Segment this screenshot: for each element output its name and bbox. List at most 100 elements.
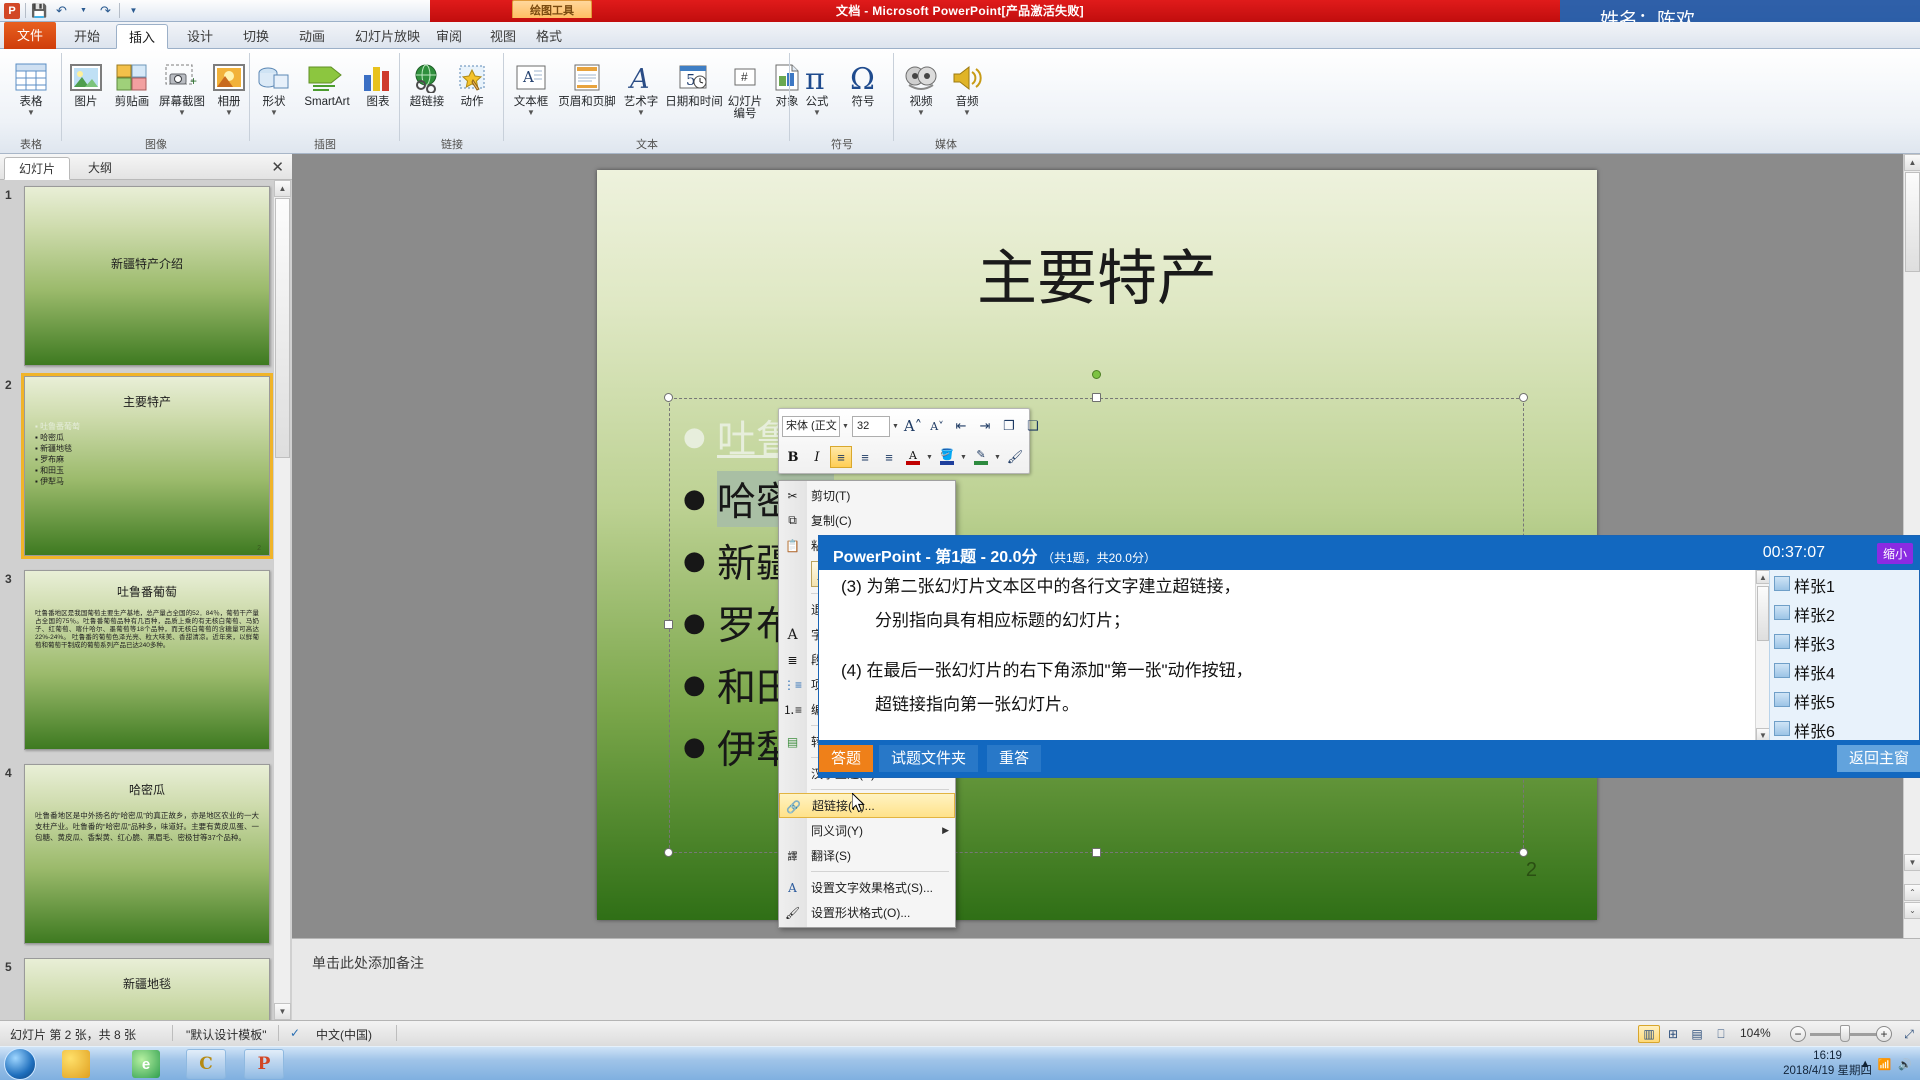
ribbon-button-date-time[interactable]: 5 日期和时间 [664, 53, 724, 109]
list-item[interactable]: 样张4 [1770, 657, 1919, 686]
chevron-down-icon[interactable]: ▼ [156, 109, 208, 117]
shrink-font-icon[interactable]: A˅ [926, 415, 948, 437]
menu-item-translate[interactable]: 譯 翻译(S) [779, 843, 955, 868]
ribbon-button-video[interactable]: 视频 ▼ [898, 53, 944, 117]
chevron-down-icon[interactable]: ▼ [618, 109, 664, 117]
thumbnail-item-4[interactable]: 4 哈密瓜 吐鲁番地区是中外扬名的“哈密瓜”的真正故乡，亦是地区农业的一大支柱产… [0, 764, 292, 952]
tab-home[interactable]: 开始 [62, 24, 112, 49]
chevron-down-icon[interactable]: ▼ [2, 109, 60, 117]
exam-sample-list[interactable]: 样张1 样张2 样张3 样张4 样张5 样张6 [1769, 570, 1919, 742]
thumbnail-item-2[interactable]: 2 主要特产 ▪ 吐鲁番葡萄 ▪ 哈密瓜 ▪ 新疆地毯 ▪ 罗布麻 ▪ 和田玉 … [0, 373, 292, 564]
zoom-level[interactable]: 104% [1740, 1026, 1771, 1040]
slide-title[interactable]: 主要特产 [657, 230, 1537, 317]
notes-placeholder[interactable]: 单击此处添加备注 [312, 953, 424, 973]
list-item[interactable]: 样张3 [1770, 628, 1919, 657]
return-main-window-button[interactable]: 返回主窗 [1836, 745, 1920, 772]
ribbon-button-picture[interactable]: 图片 [64, 53, 108, 109]
chevron-down-icon[interactable]: ▼ [208, 109, 250, 117]
send-backward-icon[interactable]: ❏ [1022, 415, 1044, 437]
menu-item-format-shape[interactable]: 🖌 设置形状格式(O)... [779, 900, 955, 925]
ribbon-button-chart[interactable]: 图表 [358, 53, 398, 109]
chevron-down-icon[interactable]: ▼ [944, 109, 990, 117]
font-color-icon[interactable]: A [902, 446, 924, 468]
scroll-up-icon[interactable]: ▲ [1756, 570, 1770, 584]
zoom-slider-handle[interactable] [1840, 1025, 1850, 1042]
list-item[interactable]: 样张1 [1770, 570, 1919, 599]
ribbon-button-action[interactable]: 动作 [452, 53, 492, 109]
tab-format[interactable]: 格式 [524, 24, 574, 49]
slide-preview[interactable]: 吐鲁番葡萄 吐鲁番地区是我国葡萄主要生产基地，总产量占全国的52．84％，葡萄干… [24, 570, 270, 750]
fill-color-icon[interactable]: 🪣 [936, 446, 958, 468]
grow-font-icon[interactable]: A˄ [902, 415, 924, 437]
scrollbar-thumb[interactable] [275, 198, 290, 458]
ribbon-button-equation[interactable]: π 公式 ▼ [794, 53, 840, 117]
slide-preview[interactable]: 哈密瓜 吐鲁番地区是中外扬名的“哈密瓜”的真正故乡，亦是地区农业的一大支柱产业。… [24, 764, 270, 944]
exam-minimize-button[interactable]: 缩小 [1876, 543, 1913, 564]
taskbar-clock[interactable]: 16:19 2018/4/19 星期四 [1783, 1049, 1872, 1079]
answer-button[interactable]: 答题 [819, 745, 874, 772]
exam-overlay-panel[interactable]: PowerPoint - 第1题 - 20.0分 （共1题，共20.0分） 00… [818, 535, 1920, 778]
chevron-down-icon[interactable]: ▼ [252, 109, 296, 117]
thumbnail-scroll-region[interactable]: 1 新疆特产介绍 2 主要特产 ▪ 吐鲁番葡萄 ▪ 哈密瓜 ▪ 新疆地毯 ▪ 罗… [0, 180, 292, 1020]
notes-pane[interactable]: 单击此处添加备注 [292, 938, 1920, 1020]
list-item[interactable]: 样张5 [1770, 686, 1919, 715]
thumbnail-item-5[interactable]: 5 新疆地毯 [0, 958, 292, 1020]
tab-design[interactable]: 设计 [175, 24, 225, 49]
scroll-up-icon[interactable]: ▲ [274, 180, 291, 197]
zoom-out-icon[interactable]: − [1790, 1026, 1806, 1042]
tab-animations[interactable]: 动画 [287, 24, 337, 49]
undo-icon[interactable]: ↶ [53, 2, 70, 19]
tab-review[interactable]: 审阅 [424, 24, 474, 49]
slide-preview[interactable]: 主要特产 ▪ 吐鲁番葡萄 ▪ 哈密瓜 ▪ 新疆地毯 ▪ 罗布麻 ▪ 和田玉 ▪ … [21, 373, 273, 559]
close-icon[interactable]: ✕ [271, 158, 284, 176]
chevron-down-icon[interactable]: ▼ [794, 109, 840, 117]
design-template-status[interactable]: "默认设计模板" [186, 1026, 267, 1043]
msn-icon[interactable] [62, 1050, 90, 1078]
outline-color-dropdown-icon[interactable]: ▼ [994, 454, 1002, 461]
customize-qat-icon[interactable]: ▼ [125, 2, 142, 19]
italic-icon[interactable]: I [806, 446, 828, 468]
tab-slides[interactable]: 幻灯片 [4, 157, 71, 180]
thumbnail-scrollbar[interactable]: ▲ ▼ [273, 180, 291, 1020]
mini-formatting-toolbar[interactable]: 宋体 (正文 ▼ 32 ▼ A˄ A˅ ⇤ ⇥ ❐ ❏ B I ≡ ≡ ≡ A … [778, 408, 1039, 474]
ribbon-button-audio[interactable]: 音频 ▼ [944, 53, 990, 117]
spellcheck-icon[interactable]: ✓ [290, 1026, 300, 1040]
rotate-handle[interactable] [1092, 370, 1101, 379]
menu-item-cut[interactable]: ✂ 剪切(T) [779, 483, 955, 508]
scroll-down-icon[interactable]: ▼ [274, 1003, 291, 1020]
windows-start-icon[interactable] [4, 1048, 36, 1080]
align-right-icon[interactable]: ≡ [878, 446, 900, 468]
previous-slide-icon[interactable]: ⌃ [1904, 884, 1920, 901]
slide-sorter-icon[interactable]: ⊞ [1662, 1025, 1684, 1043]
bold-icon[interactable]: B [782, 446, 804, 468]
resize-handle-tc[interactable] [1092, 393, 1101, 402]
undo-dropdown-icon[interactable]: ▼ [75, 2, 92, 19]
scrollbar-thumb[interactable] [1757, 586, 1769, 641]
font-name-dropdown-icon[interactable]: ▼ [842, 423, 850, 430]
normal-view-icon[interactable]: ▥ [1638, 1025, 1660, 1043]
question-scrollbar[interactable]: ▲ ▼ [1755, 570, 1770, 742]
taskbar-app-exam-client[interactable]: C [186, 1049, 226, 1079]
ribbon-button-clipart[interactable]: 剪贴画 [108, 53, 156, 109]
slide-preview[interactable]: 新疆特产介绍 [24, 186, 270, 366]
taskbar-app-powerpoint[interactable]: P [244, 1049, 284, 1079]
scroll-up-icon[interactable]: ▲ [1904, 154, 1920, 171]
list-item[interactable]: 样张2 [1770, 599, 1919, 628]
volume-icon[interactable]: 🔊 [1898, 1058, 1912, 1071]
ribbon-button-shapes[interactable]: 形状 ▼ [252, 53, 296, 117]
chevron-down-icon[interactable]: ▼ [506, 109, 556, 117]
resize-handle-tl[interactable] [664, 393, 673, 402]
tab-slideshow[interactable]: 幻灯片放映 [343, 24, 432, 49]
menu-item-hyperlink[interactable]: 🔗 超链接(H)... [779, 793, 955, 818]
tab-file[interactable]: 文件 [4, 22, 56, 49]
next-slide-icon[interactable]: ⌄ [1904, 902, 1920, 919]
exam-folder-button[interactable]: 试题文件夹 [879, 745, 979, 772]
outline-color-icon[interactable]: ✎ [970, 446, 992, 468]
resize-handle-bc[interactable] [1092, 848, 1101, 857]
ribbon-button-screenshot[interactable]: + 屏幕截图 ▼ [156, 53, 208, 117]
reading-view-icon[interactable]: ▤ [1686, 1025, 1708, 1043]
format-painter-icon[interactable]: 🖌 [1004, 446, 1026, 468]
menu-item-format-text-effects[interactable]: A 设置文字效果格式(S)... [779, 875, 955, 900]
ribbon-button-table[interactable]: 表格 ▼ [2, 53, 60, 117]
ribbon-button-hyperlink[interactable]: 超链接 [402, 53, 452, 109]
